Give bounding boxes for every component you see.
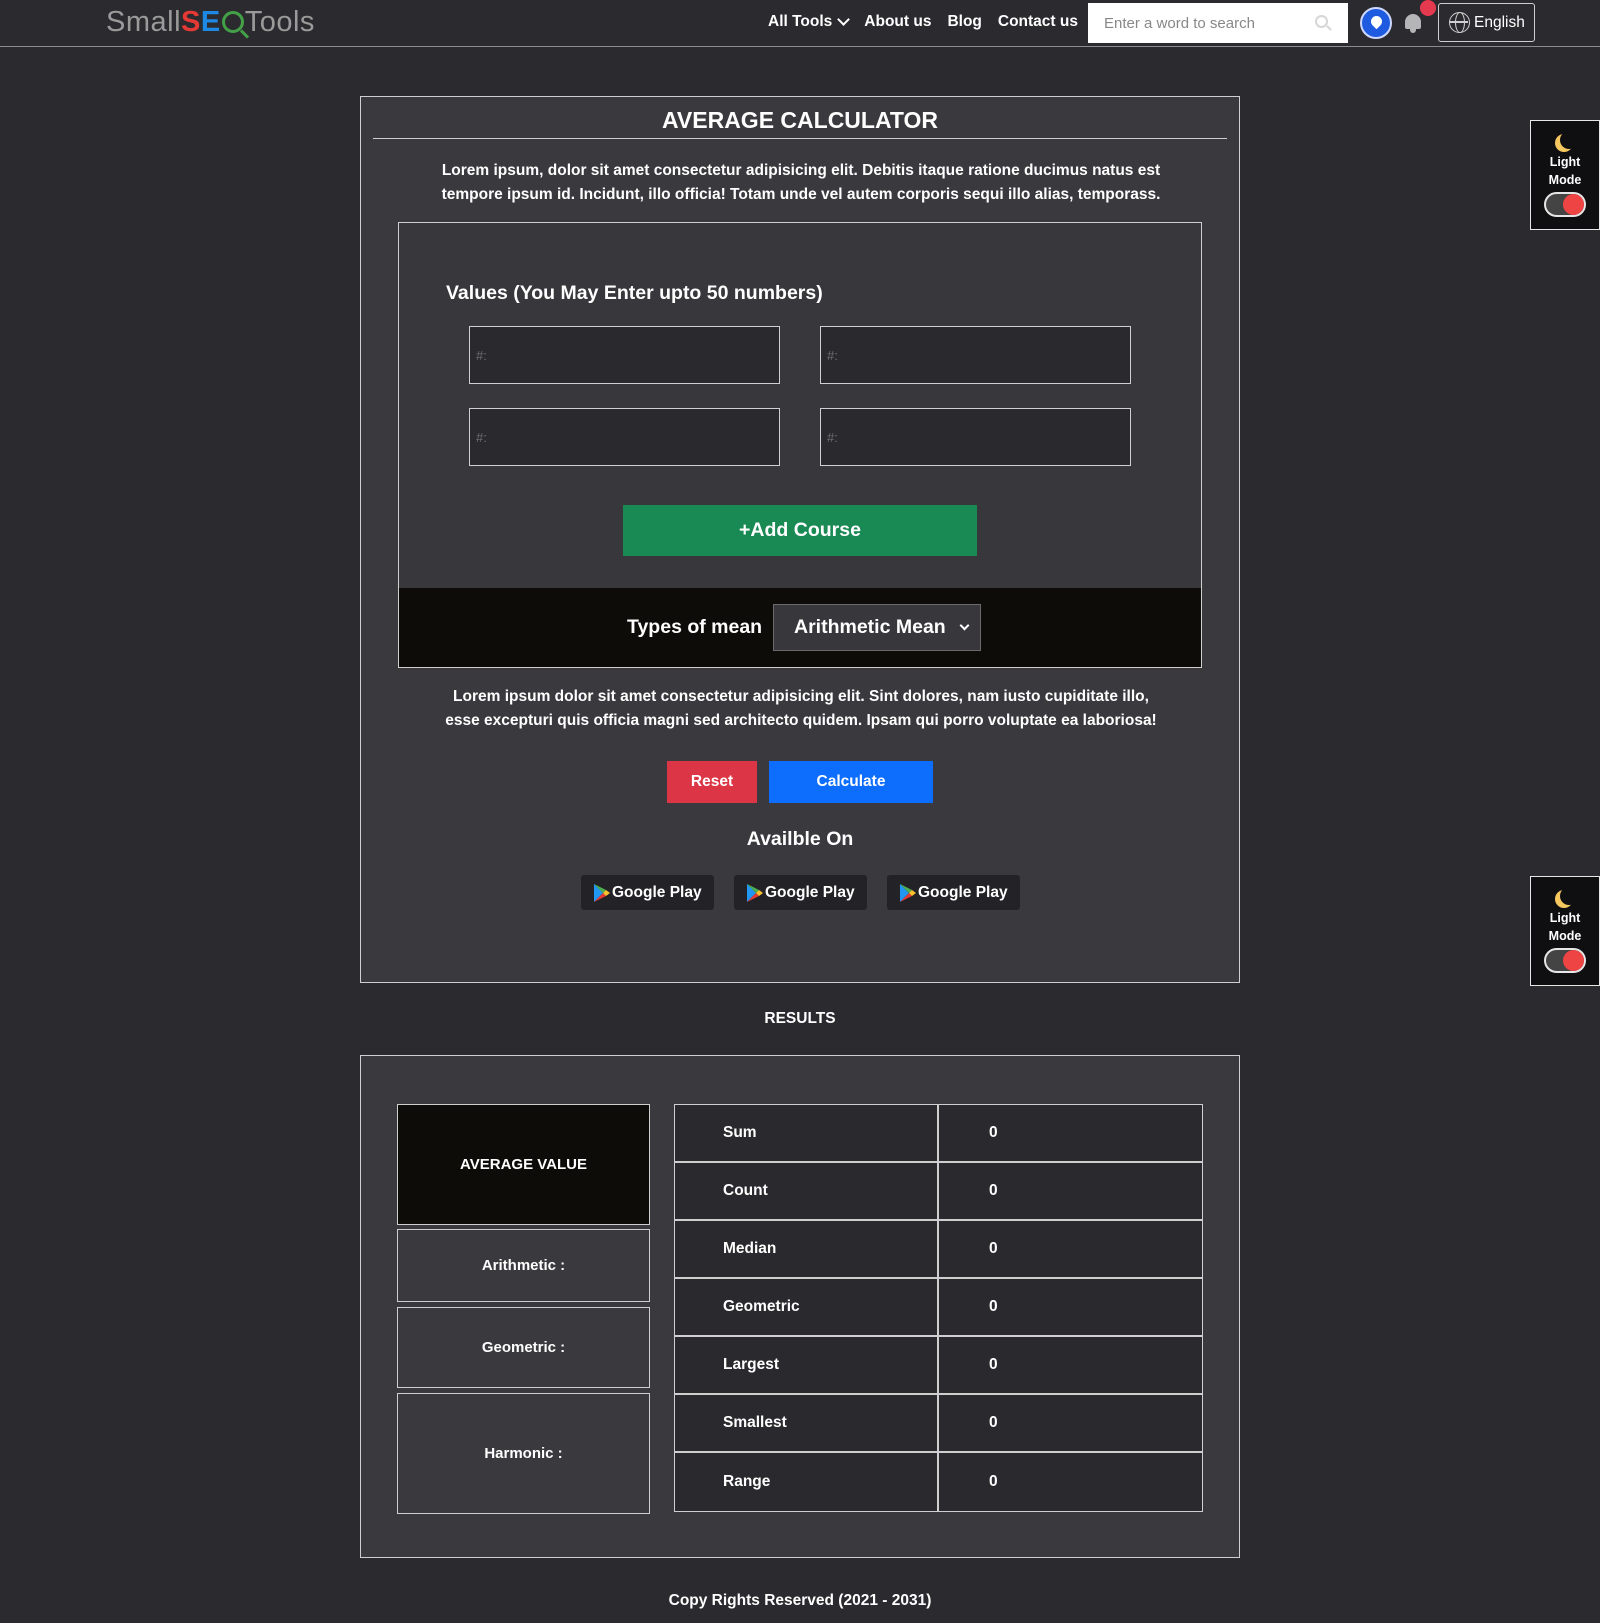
values-form: Values (You May Enter upto 50 numbers) +… [398,222,1202,668]
google-play-button-3[interactable]: Google Play [887,875,1020,910]
light-mode-widget-2: Light Mode [1530,876,1600,986]
stat-value: 0 [989,1124,998,1141]
google-play-label: Google Play [612,883,702,901]
google-play-label: Google Play [765,883,855,901]
outro-text: Lorem ipsum dolor sit amet consectetur a… [445,688,1157,729]
chevron-down-icon [837,13,851,26]
stat-value: 0 [989,1356,998,1373]
stats-row: Largest 0 [675,1337,1202,1395]
value-input-4[interactable] [820,408,1131,466]
average-value-header: AVERAGE VALUE [397,1104,650,1225]
results-panel: AVERAGE VALUE Arithmetic : Geometric : H… [360,1055,1240,1558]
site-logo[interactable]: Small S E Tools [106,4,315,40]
google-play-label: Google Play [918,883,1008,901]
mean-type-bar: Types of mean Arithmetic Mean [399,588,1201,667]
stat-label: Range [675,1453,939,1511]
light-mode-widget: Light Mode [1530,120,1600,230]
stat-label: Largest [675,1337,939,1393]
nav-all-tools[interactable]: All Tools [768,13,851,31]
search-input[interactable] [1104,14,1304,32]
light-mode-label: Light Mode [1548,911,1582,943]
stats-row: Range 0 [675,1453,1202,1511]
notification-badge [1420,0,1436,16]
moon-icon [1560,131,1578,149]
stat-label: Count [675,1163,939,1219]
chevron-down-icon [959,620,970,631]
mean-type-value: Arithmetic Mean [794,616,946,638]
google-play-button-1[interactable]: Google Play [581,875,714,910]
logo-text-tools: Tools [244,5,315,38]
search-icon[interactable] [1315,15,1328,28]
stat-value: 0 [989,1182,998,1199]
results-heading: RESULTS [764,1010,836,1027]
globe-icon [1449,12,1470,33]
google-play-icon [747,883,763,902]
logo-letter-s: S [181,5,201,38]
value-input-1[interactable] [469,326,780,384]
language-label: English [1474,13,1525,31]
google-play-icon [900,883,916,902]
stat-value: 0 [989,1298,998,1315]
stats-row: Median 0 [675,1221,1202,1279]
stat-label: Median [675,1221,939,1277]
main-nav: All Tools About us Blog Contact us [768,13,1078,31]
top-navbar: Small S E Tools All Tools About us Blog Con… [0,0,1600,47]
location-icon[interactable] [1360,7,1392,39]
logo-text-small: Small [106,5,182,38]
footer-copyright: Copy Rights Reserved (2021 - 2031) [668,1592,932,1609]
search-box [1088,3,1348,43]
nav-all-tools-label: All Tools [768,13,833,30]
moon-icon [1560,887,1578,905]
value-input-3[interactable] [469,408,780,466]
harmonic-result: Harmonic : [397,1393,650,1514]
geometric-result: Geometric : [397,1307,650,1388]
stats-row: Sum 0 [675,1105,1202,1163]
mean-type-select[interactable]: Arithmetic Mean [773,604,981,651]
nav-about-us[interactable]: About us [864,13,931,31]
stat-value: 0 [989,1414,998,1431]
light-mode-label: Light Mode [1548,155,1582,187]
calculator-panel: AVERAGE CALCULATOR Lorem ipsum, dolor si… [360,96,1240,983]
stat-value: 0 [989,1473,998,1490]
stats-row: Smallest 0 [675,1395,1202,1453]
google-play-icon [594,883,610,902]
reset-button[interactable]: Reset [667,761,757,803]
stats-row: Geometric 0 [675,1279,1202,1337]
calculate-button[interactable]: Calculate [769,761,933,803]
bell-icon[interactable] [1404,12,1422,33]
stats-table: Sum 0 Count 0 Median 0 Geometric 0 Largest 0 … [674,1104,1203,1512]
logo-letter-e: E [200,5,221,38]
stats-row: Count 0 [675,1163,1202,1221]
intro-text: Lorem ipsum, dolor sit amet consectetur … [441,162,1161,203]
values-label: Values (You May Enter upto 50 numbers) [446,282,823,304]
light-mode-toggle[interactable] [1544,192,1586,217]
light-mode-toggle[interactable] [1544,948,1586,973]
stat-value: 0 [989,1240,998,1257]
page-title: AVERAGE CALCULATOR [373,107,1227,139]
add-course-button[interactable]: +Add Course [623,505,977,556]
available-on-heading: Availble On [746,828,854,850]
stat-label: Geometric [675,1279,939,1335]
arithmetic-result: Arithmetic : [397,1229,650,1302]
nav-contact-us[interactable]: Contact us [998,13,1078,31]
stat-label: Sum [675,1105,939,1161]
nav-blog[interactable]: Blog [947,13,981,31]
value-input-2[interactable] [820,326,1131,384]
google-play-button-2[interactable]: Google Play [734,875,867,910]
mean-type-label: Types of mean [627,616,763,638]
stat-label: Smallest [675,1395,939,1451]
language-selector[interactable]: English [1438,3,1535,42]
logo-magnifier-icon [221,11,244,33]
